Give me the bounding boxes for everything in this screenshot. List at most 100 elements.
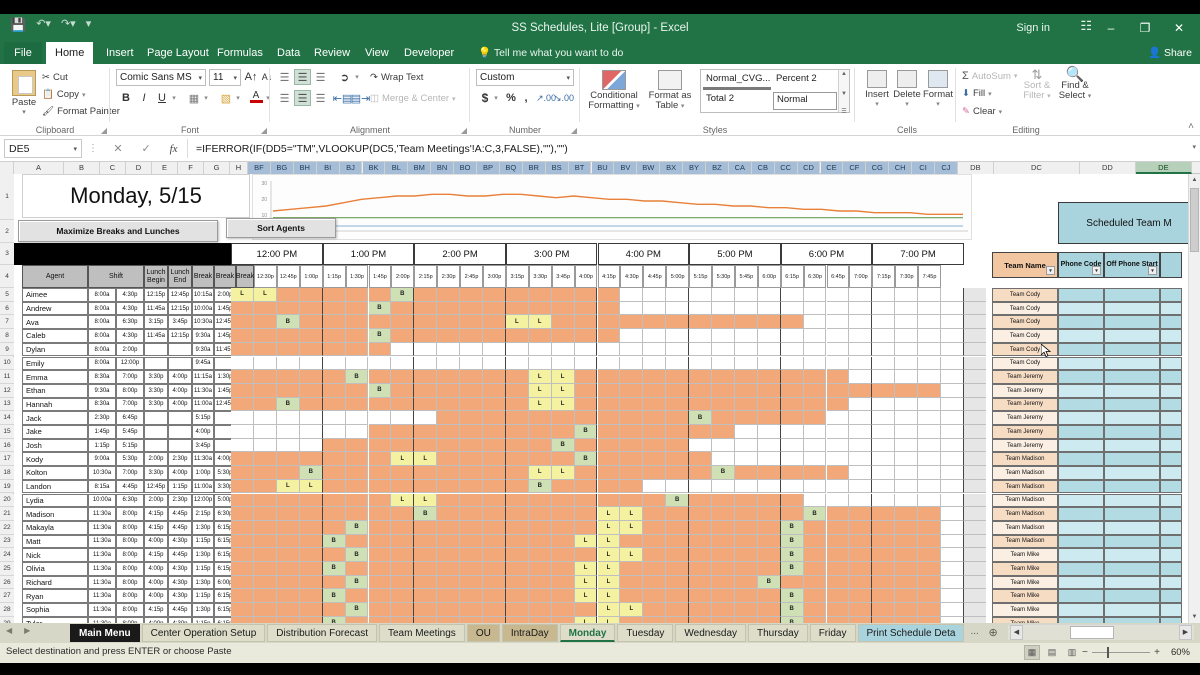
empty-slot[interactable]	[804, 425, 827, 439]
work-slot[interactable]	[323, 370, 346, 384]
lunch-begin-cell[interactable]: 4:15p	[144, 548, 168, 562]
lunch-end-cell[interactable]	[168, 411, 192, 425]
work-slot[interactable]	[346, 480, 369, 494]
agent-name-cell[interactable]: Andrew	[22, 302, 88, 316]
agent-name-cell[interactable]: Ava	[22, 315, 88, 329]
work-slot[interactable]	[552, 480, 575, 494]
off-phone-start-cell[interactable]	[1104, 329, 1160, 343]
work-slot[interactable]	[346, 439, 369, 453]
work-slot[interactable]	[620, 425, 643, 439]
lunch-end-cell[interactable]: 4:45p	[168, 521, 192, 535]
work-slot[interactable]	[483, 370, 506, 384]
work-slot[interactable]	[346, 452, 369, 466]
break-slot[interactable]: B	[323, 562, 346, 576]
empty-slot[interactable]	[872, 411, 895, 425]
extra-cell[interactable]	[1160, 288, 1182, 302]
work-slot[interactable]	[437, 466, 460, 480]
next-sheet-icon[interactable]: ▶	[24, 626, 30, 635]
lunch-end-cell[interactable]: 3:45p	[168, 315, 192, 329]
shift-start-cell[interactable]: 11:30a	[88, 589, 116, 603]
empty-slot[interactable]	[666, 288, 689, 302]
work-slot[interactable]	[437, 452, 460, 466]
filler-slot[interactable]	[964, 357, 988, 371]
work-slot[interactable]	[483, 603, 506, 617]
shift-start-cell[interactable]: 11:30a	[88, 603, 116, 617]
work-slot[interactable]	[391, 302, 414, 316]
empty-slot[interactable]	[346, 357, 369, 371]
break1-cell[interactable]: 9:45a	[192, 357, 214, 371]
work-slot[interactable]	[483, 535, 506, 549]
empty-slot[interactable]	[277, 425, 300, 439]
empty-slot[interactable]	[941, 494, 964, 508]
empty-slot[interactable]	[941, 480, 964, 494]
break1-cell[interactable]: 5:15p	[192, 411, 214, 425]
work-slot[interactable]	[895, 576, 918, 590]
off-phone-start-cell[interactable]	[1104, 302, 1160, 316]
empty-slot[interactable]	[941, 535, 964, 549]
lunch-slot[interactable]: L	[529, 315, 552, 329]
column-header-E[interactable]: E	[152, 162, 178, 174]
empty-slot[interactable]	[437, 357, 460, 371]
lunch-end-cell[interactable]: 4:45p	[168, 548, 192, 562]
column-header-BW[interactable]: BW	[637, 162, 660, 174]
work-slot[interactable]	[506, 589, 529, 603]
work-slot[interactable]	[895, 589, 918, 603]
lunch-end-cell[interactable]: 12:45p	[168, 288, 192, 302]
work-slot[interactable]	[552, 315, 575, 329]
work-slot[interactable]	[643, 425, 666, 439]
work-slot[interactable]	[369, 439, 392, 453]
work-slot[interactable]	[598, 452, 621, 466]
cancel-icon[interactable]: ✕	[113, 142, 122, 155]
work-slot[interactable]	[277, 521, 300, 535]
empty-slot[interactable]	[941, 603, 964, 617]
empty-slot[interactable]	[254, 439, 277, 453]
empty-slot[interactable]	[598, 357, 621, 371]
work-slot[interactable]	[346, 466, 369, 480]
copy-dropdown-icon[interactable]: ▾	[82, 91, 86, 99]
break-slot[interactable]: B	[323, 535, 346, 549]
work-slot[interactable]	[735, 370, 758, 384]
vertical-scrollbar[interactable]: ▲ ▼	[1188, 174, 1200, 623]
phone-code-cell[interactable]	[1058, 466, 1104, 480]
delete-dropdown-icon[interactable]: ▾	[892, 100, 922, 108]
sheet-tab-monday[interactable]: Monday	[560, 624, 616, 642]
empty-slot[interactable]	[712, 480, 735, 494]
break-slot[interactable]: B	[277, 315, 300, 329]
empty-slot[interactable]	[895, 425, 918, 439]
work-slot[interactable]	[483, 425, 506, 439]
work-slot[interactable]	[506, 521, 529, 535]
work-slot[interactable]	[369, 494, 392, 508]
empty-slot[interactable]	[758, 288, 781, 302]
lunch-slot[interactable]: L	[598, 603, 621, 617]
work-slot[interactable]	[323, 494, 346, 508]
column-header-BI[interactable]: BI	[317, 162, 340, 174]
work-slot[interactable]	[552, 521, 575, 535]
empty-slot[interactable]	[918, 315, 941, 329]
row-header-22[interactable]: 22	[0, 521, 14, 535]
empty-slot[interactable]	[254, 425, 277, 439]
work-slot[interactable]	[369, 521, 392, 535]
work-slot[interactable]	[369, 548, 392, 562]
empty-slot[interactable]	[781, 480, 804, 494]
scroll-up-icon[interactable]: ▲	[1189, 174, 1200, 186]
extra-cell[interactable]	[1160, 562, 1182, 576]
work-slot[interactable]	[323, 507, 346, 521]
lunch-begin-cell[interactable]: 12:15p	[144, 288, 168, 302]
work-slot[interactable]	[391, 370, 414, 384]
off-phone-start-cell[interactable]	[1104, 535, 1160, 549]
work-slot[interactable]	[643, 562, 666, 576]
work-slot[interactable]	[483, 411, 506, 425]
add-sheet-button[interactable]: ⊕	[988, 626, 997, 639]
work-slot[interactable]	[552, 494, 575, 508]
work-slot[interactable]	[369, 425, 392, 439]
work-slot[interactable]	[300, 507, 323, 521]
work-slot[interactable]	[277, 302, 300, 316]
formula-input[interactable]: =IFERROR(IF(DD5="TM",VLOOKUP(DC5,'Team M…	[192, 139, 1178, 158]
empty-slot[interactable]	[689, 302, 712, 316]
phone-code-cell[interactable]	[1058, 288, 1104, 302]
empty-slot[interactable]	[804, 439, 827, 453]
fs-dropdown-icon[interactable]: ▾	[1088, 93, 1092, 100]
work-slot[interactable]	[460, 548, 483, 562]
empty-slot[interactable]	[758, 357, 781, 371]
empty-slot[interactable]	[620, 288, 643, 302]
